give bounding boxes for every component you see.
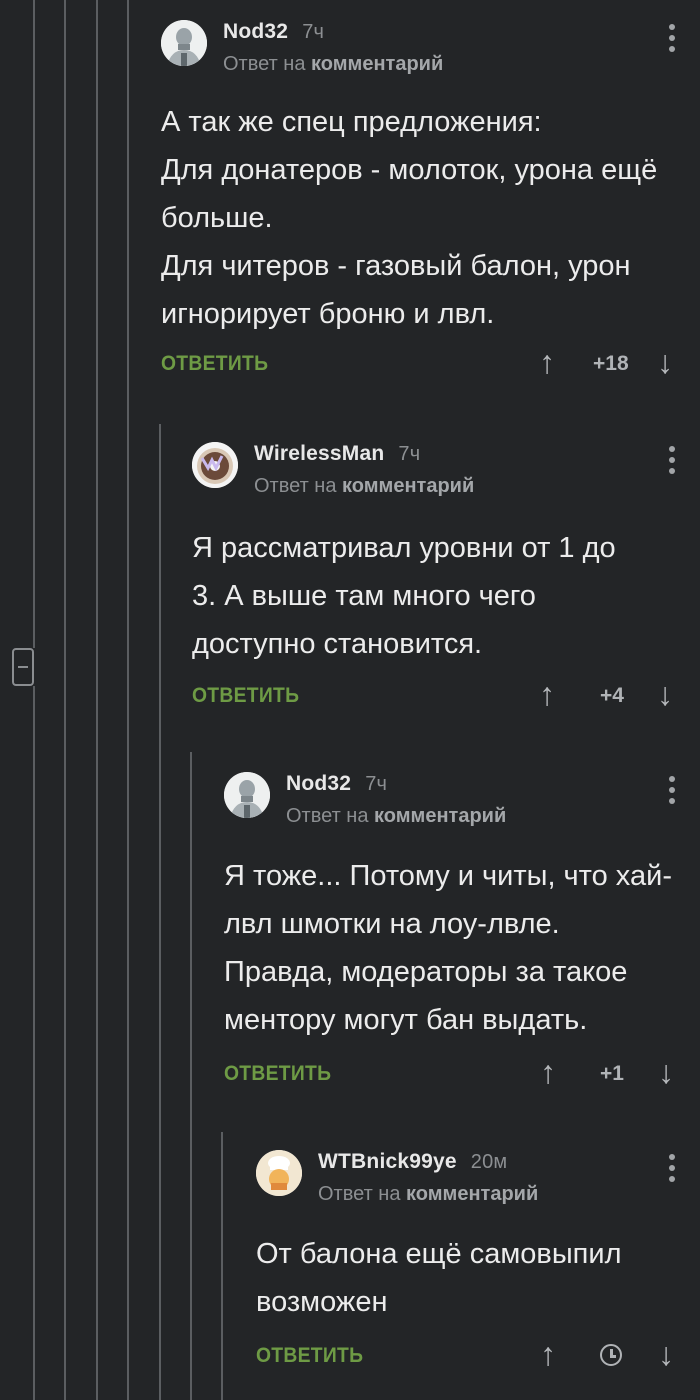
donut-avatar-icon[interactable] — [192, 442, 238, 488]
robot-avatar-icon[interactable] — [224, 772, 270, 818]
reply-button[interactable]: ОТВЕТИТЬ — [161, 352, 268, 376]
comment-text: Я тоже... Потому и читы, что хай-лвл шмо… — [224, 860, 672, 1036]
comment-text: А так же спец предложения: Для донатеров… — [161, 106, 658, 330]
comment-text: Я рассматривал уровни от 1 до 3. А выше … — [192, 532, 616, 660]
reply-button[interactable]: ОТВЕТИТЬ — [224, 1062, 331, 1086]
comment: Nod32 7ч Ответ на комментарий Я тоже... П… — [224, 772, 700, 1092]
cook-avatar-icon[interactable] — [256, 1150, 302, 1196]
reply-target-link[interactable]: комментарий — [406, 1183, 538, 1205]
comment-author[interactable]: Nod32 7ч — [223, 20, 324, 44]
comment-time: 20м — [470, 1151, 508, 1173]
thread-line — [159, 424, 161, 1400]
thread-line — [96, 0, 98, 1400]
downvote-icon[interactable]: ↓ — [657, 346, 673, 378]
comment-time: 7ч — [365, 773, 388, 795]
comment: WirelessMan 7ч Ответ на комментарий Я рас… — [192, 442, 700, 722]
comment-text: От балона ещё самовыпил возможен — [256, 1238, 622, 1318]
reply-target-link[interactable]: комментарий — [311, 53, 443, 75]
comment: Nod32 7ч Ответ на комментарий А так же сп… — [161, 20, 700, 392]
author-name[interactable]: Nod32 — [286, 772, 351, 795]
reply-prefix: Ответ на — [318, 1183, 401, 1205]
reply-prefix: Ответ на — [286, 805, 369, 827]
thread-line — [33, 686, 35, 1400]
author-name[interactable]: Nod32 — [223, 20, 288, 43]
upvote-icon[interactable]: ↑ — [539, 346, 555, 378]
author-name[interactable]: WirelessMan — [254, 442, 384, 465]
thread-line — [64, 0, 66, 1400]
comment-author[interactable]: Nod32 7ч — [286, 772, 387, 796]
more-options-icon[interactable] — [660, 776, 684, 808]
downvote-icon[interactable]: ↓ — [657, 678, 673, 710]
robot-avatar-icon[interactable] — [161, 20, 207, 66]
comment-score: +18 — [593, 352, 629, 375]
more-options-icon[interactable] — [660, 24, 684, 56]
comment-score: +1 — [600, 1062, 624, 1085]
reply-prefix: Ответ на — [223, 53, 306, 75]
comment-author[interactable]: WirelessMan 7ч — [254, 442, 420, 466]
comment-author[interactable]: WTBnick99ye 20м — [318, 1150, 507, 1174]
thread-line — [190, 752, 192, 1400]
more-options-icon[interactable] — [660, 446, 684, 478]
reply-prefix: Ответ на — [254, 475, 337, 497]
comment-time: 7ч — [398, 443, 421, 465]
reply-button[interactable]: ОТВЕТИТЬ — [256, 1344, 363, 1368]
upvote-icon[interactable]: ↑ — [539, 678, 555, 710]
comment-score: +4 — [600, 684, 624, 707]
thread-line — [127, 0, 129, 1400]
reply-target-link[interactable]: комментарий — [342, 475, 474, 497]
author-name[interactable]: WTBnick99ye — [318, 1150, 457, 1173]
upvote-icon[interactable]: ↑ — [540, 1338, 556, 1370]
downvote-icon[interactable]: ↓ — [658, 1056, 674, 1088]
reply-to: Ответ на комментарий — [318, 1183, 538, 1206]
more-options-icon[interactable] — [660, 1154, 684, 1186]
reply-to: Ответ на комментарий — [254, 475, 474, 498]
thread-line — [221, 1132, 223, 1400]
thread-line — [33, 0, 35, 648]
reply-button[interactable]: ОТВЕТИТЬ — [192, 684, 299, 708]
reply-to: Ответ на комментарий — [286, 805, 506, 828]
collapse-thread-button[interactable] — [12, 648, 34, 686]
reply-target-link[interactable]: комментарий — [374, 805, 506, 827]
reply-to: Ответ на комментарий — [223, 53, 443, 76]
upvote-icon[interactable]: ↑ — [540, 1056, 556, 1088]
clock-icon — [600, 1344, 622, 1366]
comment-time: 7ч — [302, 21, 325, 43]
downvote-icon[interactable]: ↓ — [658, 1338, 674, 1370]
comment: WTBnick99ye 20м Ответ на комментарий От б… — [256, 1150, 700, 1390]
